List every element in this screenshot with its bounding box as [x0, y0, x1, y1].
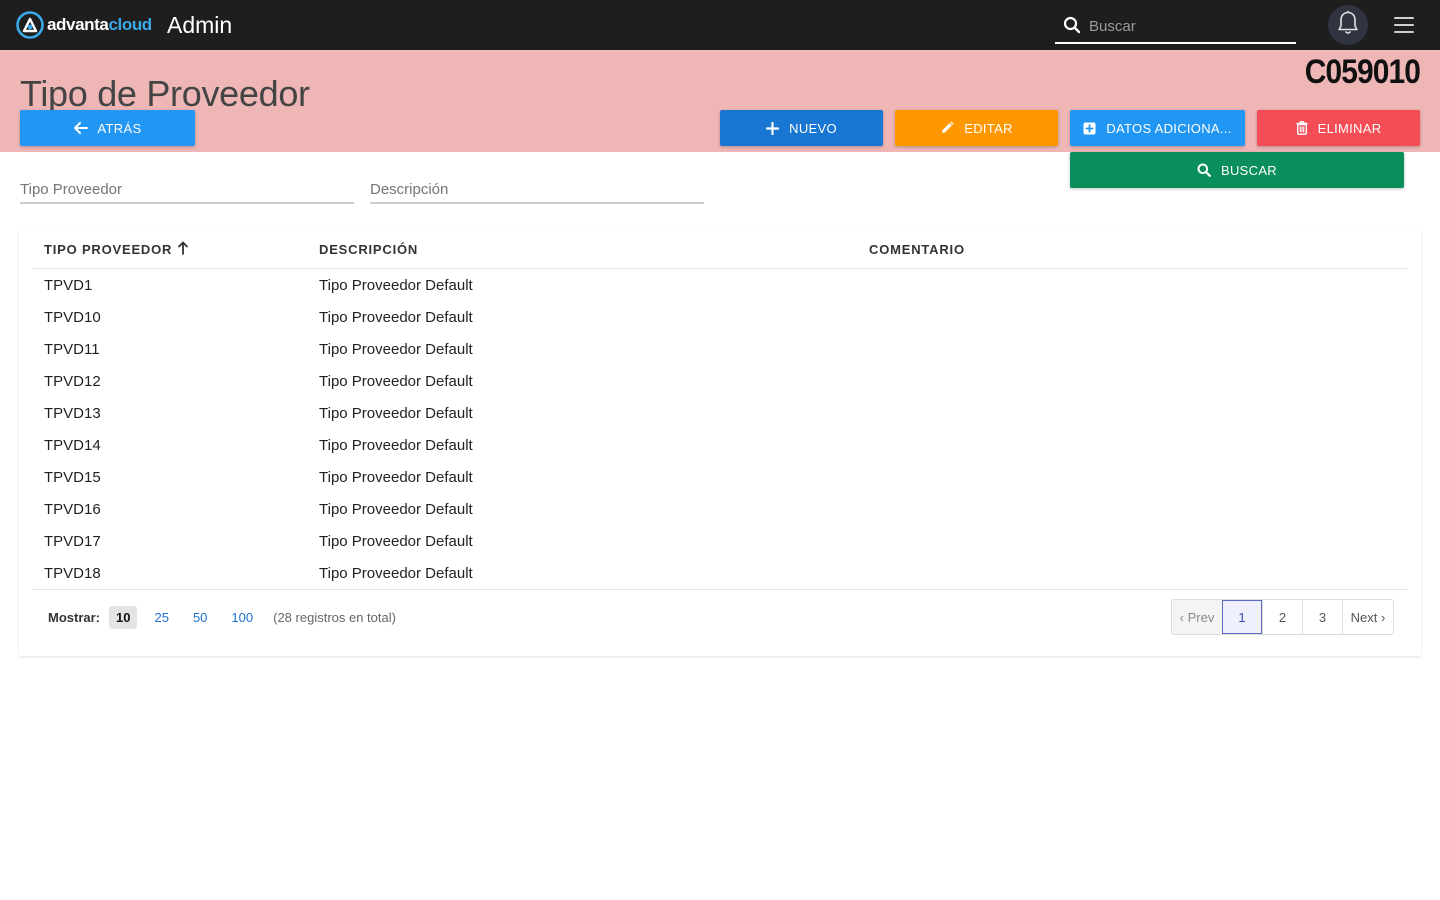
results-table: TIPO PROVEEDOR DESCRIPCIÓN COMENTARIO TP…	[32, 230, 1408, 590]
cell-descripcion: Tipo Proveedor Default	[307, 557, 857, 590]
cell-comentario	[857, 557, 1408, 590]
cell-tipo: TPVD16	[44, 500, 101, 518]
cell-descripcion: Tipo Proveedor Default	[319, 404, 473, 422]
cell-tipo: TPVD11	[44, 340, 100, 358]
cell-tipo: TPVD10	[44, 308, 101, 326]
table-row[interactable]: TPVD12 Tipo Proveedor Default	[32, 365, 1408, 397]
total-records-text: (28 registros en total)	[273, 609, 396, 625]
descripcion-filter-input[interactable]	[370, 176, 704, 198]
search-icon	[1063, 16, 1081, 39]
pagination-page-2[interactable]: 2	[1262, 600, 1302, 634]
page-size-option-25[interactable]: 25	[147, 606, 175, 629]
back-button-label: ATRÁS	[97, 120, 142, 136]
pagination: ‹ Prev 1 2 3 Next ›	[1171, 599, 1394, 635]
table-row[interactable]: TPVD1 Tipo Proveedor Default	[32, 269, 1408, 302]
table-row[interactable]: TPVD17 Tipo Proveedor Default	[32, 525, 1408, 557]
cell-descripcion: Tipo Proveedor Default	[319, 436, 473, 454]
page-size-label: Mostrar:	[48, 609, 101, 625]
cell-comentario	[857, 397, 1408, 429]
app-name: Admin	[167, 12, 233, 38]
tipo-proveedor-filter	[20, 176, 354, 204]
page-size-selector: Mostrar: 10 25 50 100 (28 registros en t…	[48, 603, 396, 631]
arrow-left-icon	[73, 122, 88, 134]
table-row[interactable]: TPVD16 Tipo Proveedor Default	[32, 493, 1408, 525]
table-row[interactable]: TPVD13 Tipo Proveedor Default	[32, 397, 1408, 429]
table-row[interactable]: TPVD15 Tipo Proveedor Default	[32, 461, 1408, 493]
edit-button[interactable]: EDITAR	[895, 110, 1058, 146]
tipo-proveedor-filter-input[interactable]	[20, 176, 354, 198]
global-search-input[interactable]	[1087, 14, 1291, 38]
page-size-option-50[interactable]: 50	[186, 606, 214, 629]
cell-comentario	[857, 301, 1408, 333]
page-size-option-100[interactable]: 100	[224, 606, 260, 629]
page-title: Tipo de Proveedor	[20, 73, 310, 115]
cell-descripcion: Tipo Proveedor Default	[319, 532, 473, 550]
pencil-icon	[942, 121, 954, 133]
pagination-page-3[interactable]: 3	[1302, 600, 1342, 634]
cell-descripcion: Tipo Proveedor Default	[319, 308, 473, 326]
search-button[interactable]: BUSCAR	[1070, 152, 1404, 188]
cell-comentario	[857, 461, 1408, 493]
hamburger-menu-icon[interactable]	[1394, 17, 1414, 33]
cell-comentario	[857, 365, 1408, 397]
cell-descripcion: Tipo Proveedor Default	[319, 468, 473, 486]
cell-tipo: TPVD13	[44, 404, 101, 422]
brand-name-part1: advanta	[47, 15, 109, 34]
screen-code: C059010	[1304, 53, 1421, 91]
pagination-page-1[interactable]: 1	[1222, 600, 1262, 634]
cell-comentario	[857, 525, 1408, 557]
descripcion-filter	[370, 176, 704, 204]
cell-descripcion: Tipo Proveedor Default	[319, 340, 473, 358]
table-row[interactable]: TPVD11 Tipo Proveedor Default	[32, 333, 1408, 365]
cell-tipo: TPVD12	[44, 372, 101, 390]
new-button-label: NUEVO	[789, 120, 837, 136]
additional-data-button[interactable]: DATOS ADICIONA...	[1070, 110, 1245, 146]
column-header-tipo-proveedor-label: TIPO PROVEEDOR	[44, 242, 173, 257]
edit-button-label: EDITAR	[964, 120, 1013, 136]
cell-comentario	[857, 493, 1408, 525]
plus-square-icon	[1083, 122, 1096, 134]
additional-data-button-label: DATOS ADICIONA...	[1106, 120, 1232, 136]
brand-name: advantacloud	[47, 15, 152, 35]
cell-tipo: TPVD15	[44, 468, 101, 486]
pagination-next-button[interactable]: Next ›	[1342, 600, 1393, 634]
cell-tipo: TPVD14	[44, 436, 101, 454]
column-header-tipo-proveedor[interactable]: TIPO PROVEEDOR	[32, 230, 307, 269]
brand-name-part2: cloud	[108, 15, 152, 34]
results-card: TIPO PROVEEDOR DESCRIPCIÓN COMENTARIO TP…	[19, 230, 1421, 656]
cell-comentario	[857, 269, 1408, 302]
cell-descripcion: Tipo Proveedor Default	[319, 372, 473, 390]
trash-icon	[1296, 121, 1308, 135]
cell-descripcion: Tipo Proveedor Default	[319, 276, 473, 294]
table-header-row: TIPO PROVEEDOR DESCRIPCIÓN COMENTARIO	[32, 230, 1408, 269]
top-navigation-bar: advantacloud Admin	[0, 0, 1440, 50]
plus-icon	[766, 121, 780, 135]
global-search	[1055, 6, 1296, 44]
cell-tipo: TPVD1	[44, 276, 93, 294]
new-button[interactable]: NUEVO	[720, 110, 883, 146]
search-button-label: BUSCAR	[1221, 162, 1277, 178]
page-size-option-10[interactable]: 10	[109, 605, 138, 629]
column-header-descripcion[interactable]: DESCRIPCIÓN	[307, 230, 857, 269]
bell-icon	[1336, 10, 1360, 41]
column-header-comentario[interactable]: COMENTARIO	[857, 230, 1408, 269]
notifications-button[interactable]	[1328, 5, 1368, 45]
cell-comentario	[857, 333, 1408, 365]
table-row[interactable]: TPVD10 Tipo Proveedor Default	[32, 301, 1408, 333]
advanta-logo-icon	[16, 11, 44, 39]
delete-button[interactable]: ELIMINAR	[1257, 110, 1420, 146]
pagination-prev-button[interactable]: ‹ Prev	[1172, 600, 1222, 634]
cell-comentario	[857, 429, 1408, 461]
brand-logo[interactable]: advantacloud	[16, 11, 152, 39]
cell-tipo: TPVD18	[32, 557, 307, 590]
cell-descripcion: Tipo Proveedor Default	[319, 500, 473, 518]
table-row[interactable]: TPVD18 Tipo Proveedor Default	[32, 557, 1408, 590]
delete-button-label: ELIMINAR	[1317, 120, 1382, 136]
page-header: Tipo de Proveedor C059010 ATRÁS NUEVO ED…	[0, 50, 1440, 152]
table-row[interactable]: TPVD14 Tipo Proveedor Default	[32, 429, 1408, 461]
cell-tipo: TPVD17	[44, 532, 101, 550]
search-icon	[1197, 163, 1211, 177]
arrow-up-icon	[178, 241, 189, 255]
back-button[interactable]: ATRÁS	[20, 110, 195, 146]
